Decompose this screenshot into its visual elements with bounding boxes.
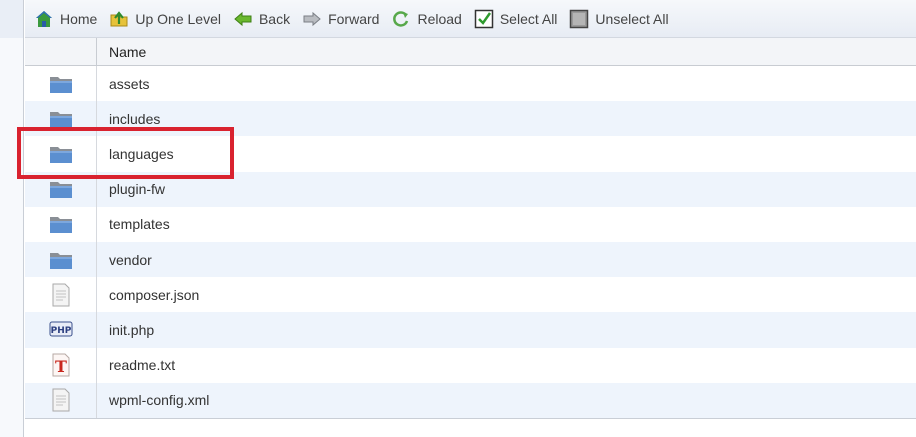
- folder-icon[interactable]: [25, 66, 97, 102]
- table-row[interactable]: languages: [25, 136, 916, 172]
- icon-column-header[interactable]: [25, 38, 97, 65]
- file-name[interactable]: templates: [97, 216, 170, 232]
- table-row[interactable]: plugin-fw: [25, 171, 916, 207]
- back-button[interactable]: Back: [233, 7, 290, 31]
- toolbar: Home Up One Level Back Forward Reload Se…: [25, 0, 916, 38]
- reload-icon: [391, 9, 411, 29]
- table-header: Name: [25, 38, 916, 66]
- home-label: Home: [60, 10, 98, 27]
- reload-label: Reload: [417, 10, 462, 27]
- forward-arrow-icon: [302, 9, 322, 29]
- checkbox-unchecked-icon: [569, 9, 589, 29]
- up-one-level-label: Up One Level: [135, 10, 221, 27]
- select-all-button[interactable]: Select All: [474, 7, 558, 31]
- forward-label: Forward: [328, 10, 380, 27]
- forward-button[interactable]: Forward: [302, 7, 379, 31]
- text-file-icon[interactable]: T: [25, 347, 97, 383]
- left-panel-edge: [0, 0, 24, 437]
- home-icon: [34, 9, 54, 29]
- table-row[interactable]: composer.json: [25, 277, 916, 313]
- unselect-all-label: Unselect All: [595, 10, 669, 27]
- home-button[interactable]: Home: [34, 7, 97, 31]
- unselect-all-button[interactable]: Unselect All: [569, 7, 669, 31]
- file-name[interactable]: vendor: [97, 252, 152, 268]
- file-name[interactable]: readme.txt: [97, 357, 175, 373]
- svg-text:T: T: [55, 357, 67, 376]
- folder-icon[interactable]: [25, 241, 97, 278]
- folder-icon[interactable]: [25, 136, 97, 172]
- file-name[interactable]: wpml-config.xml: [97, 392, 209, 408]
- file-name[interactable]: init.php: [97, 322, 154, 338]
- file-name[interactable]: languages: [97, 146, 174, 162]
- php-file-icon[interactable]: PHP: [25, 312, 97, 348]
- grid-bottom-border: [25, 418, 916, 419]
- file-list: Name assets includes languages plugin-fw tem…: [25, 38, 916, 419]
- back-arrow-icon: [233, 9, 253, 29]
- back-label: Back: [258, 10, 291, 27]
- file-rows: assets includes languages plugin-fw template…: [25, 66, 916, 418]
- table-row[interactable]: Treadme.txt: [25, 347, 916, 383]
- file-name[interactable]: assets: [97, 76, 149, 92]
- up-level-icon: [109, 9, 129, 29]
- table-row[interactable]: templates: [25, 206, 916, 242]
- name-column-header[interactable]: Name: [97, 38, 146, 65]
- checkbox-checked-icon: [474, 9, 494, 29]
- folder-icon[interactable]: [25, 171, 97, 207]
- generic-file-icon[interactable]: [25, 277, 97, 313]
- generic-file-icon[interactable]: [25, 382, 97, 418]
- folder-icon[interactable]: [25, 206, 97, 242]
- table-row[interactable]: wpml-config.xml: [25, 382, 916, 418]
- file-name[interactable]: plugin-fw: [97, 181, 165, 197]
- table-row[interactable]: vendor: [25, 241, 916, 278]
- svg-text:PHP: PHP: [50, 326, 71, 336]
- folder-icon[interactable]: [25, 101, 97, 137]
- file-name[interactable]: includes: [97, 111, 160, 127]
- up-one-level-button[interactable]: Up One Level: [109, 7, 221, 31]
- select-all-label: Select All: [499, 10, 558, 27]
- table-row[interactable]: assets: [25, 66, 916, 102]
- file-name[interactable]: composer.json: [97, 287, 199, 303]
- table-row[interactable]: includes: [25, 101, 916, 137]
- reload-button[interactable]: Reload: [391, 7, 462, 31]
- table-row[interactable]: PHP init.php: [25, 312, 916, 348]
